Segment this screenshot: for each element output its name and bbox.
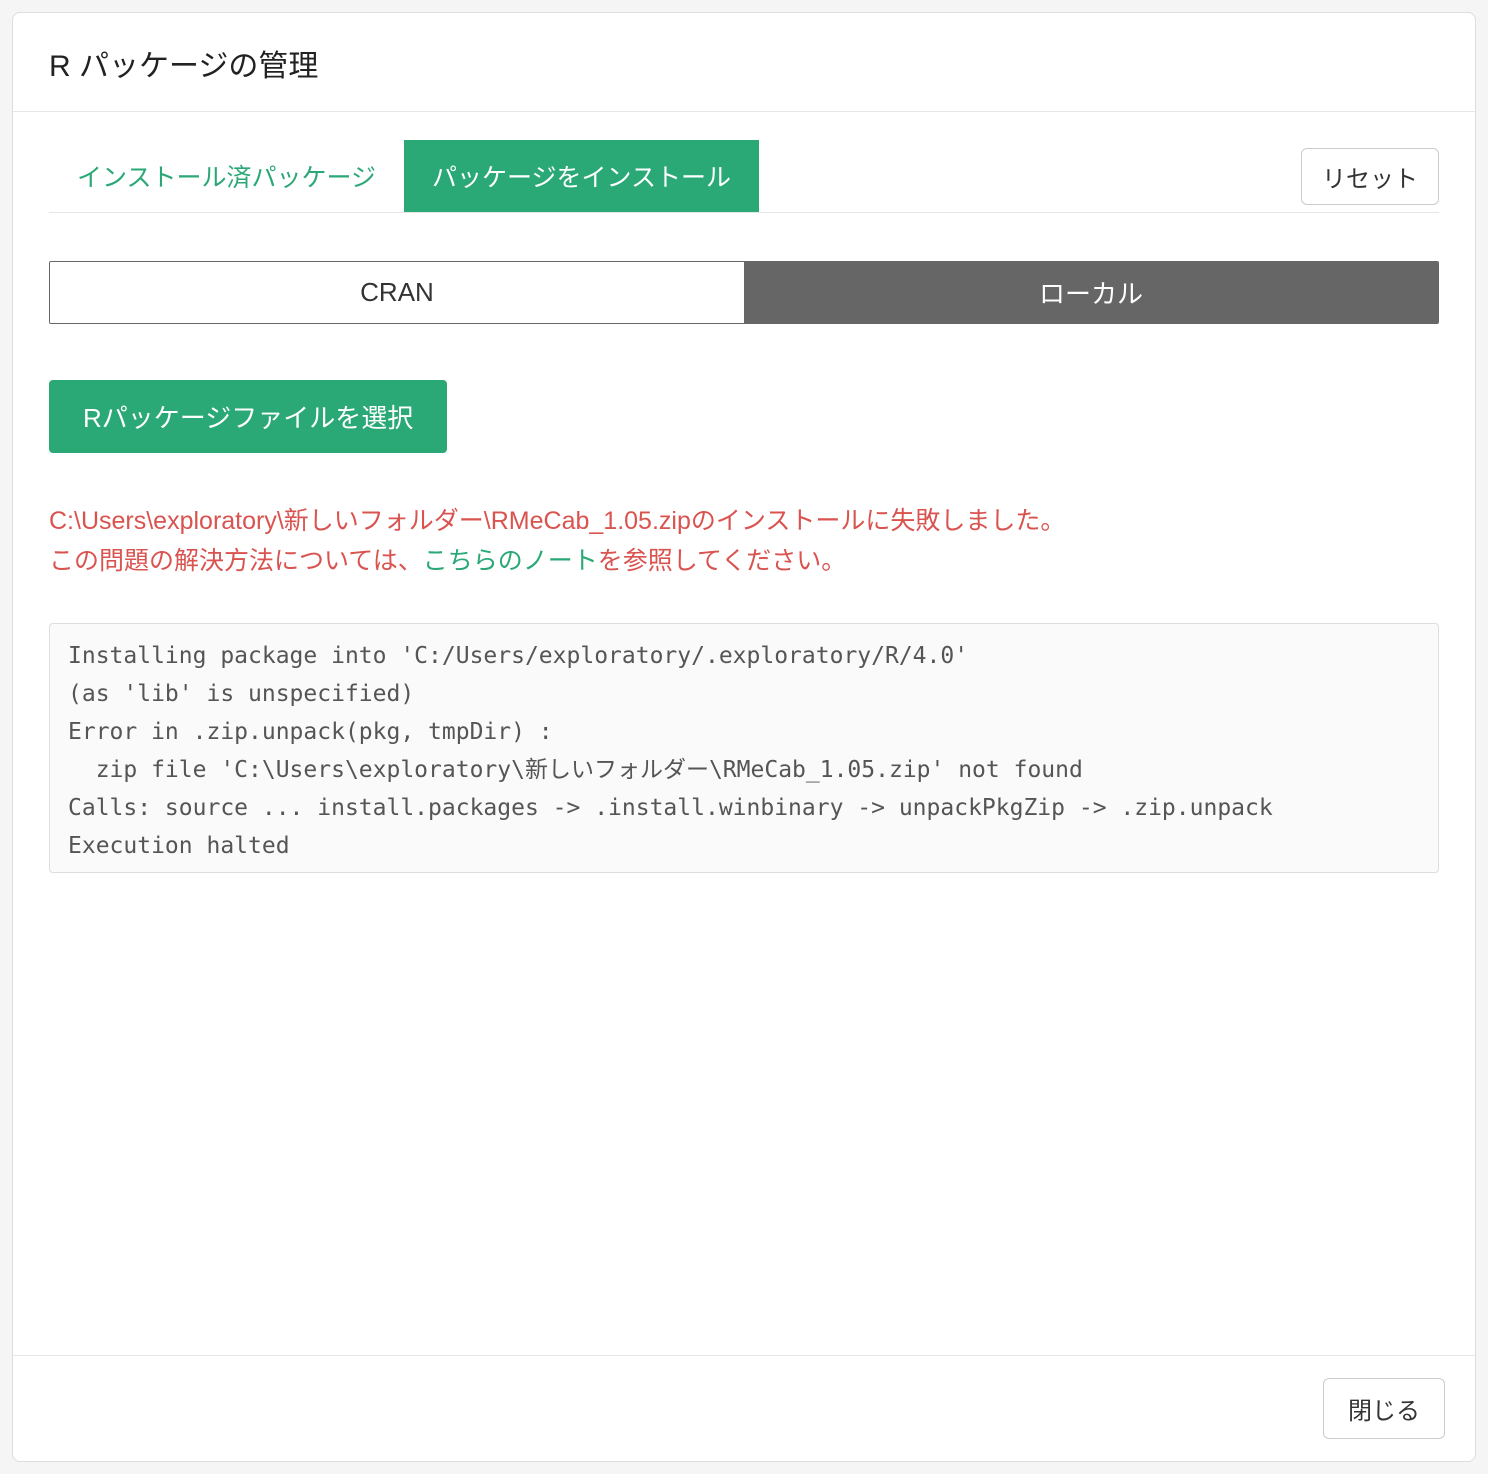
package-manager-modal: R パッケージの管理 インストール済パッケージ パッケージをインストール リセッ… [12,12,1476,1462]
source-cran-button[interactable]: CRAN [50,262,744,323]
install-log[interactable]: Installing package into 'C:/Users/explor… [49,623,1439,873]
modal-header: R パッケージの管理 [13,13,1475,112]
error-line-2: この問題の解決方法については、こちらのノートを参照してください。 [49,541,1439,581]
reset-button[interactable]: リセット [1301,148,1439,205]
error-line-1: C:\Users\exploratory\新しいフォルダー\RMeCab_1.0… [49,501,1439,541]
source-toggle: CRAN ローカル [49,261,1439,324]
modal-body: インストール済パッケージ パッケージをインストール リセット CRAN ローカル… [13,112,1475,1355]
source-local-button[interactable]: ローカル [744,262,1438,323]
error-line-2-after: を参照してください。 [598,547,847,575]
tab-row: インストール済パッケージ パッケージをインストール リセット [49,140,1439,213]
close-button[interactable]: 閉じる [1323,1378,1445,1439]
tab-install-package[interactable]: パッケージをインストール [404,140,759,212]
error-message: C:\Users\exploratory\新しいフォルダー\RMeCab_1.0… [49,501,1439,581]
select-package-file-button[interactable]: Rパッケージファイルを選択 [49,380,447,453]
error-line-2-before: この問題の解決方法については、 [49,547,423,575]
tab-installed-packages[interactable]: インストール済パッケージ [49,140,404,212]
modal-footer: 閉じる [13,1355,1475,1461]
error-help-link[interactable]: こちらのノート [423,547,598,575]
modal-title: R パッケージの管理 [49,41,1439,85]
